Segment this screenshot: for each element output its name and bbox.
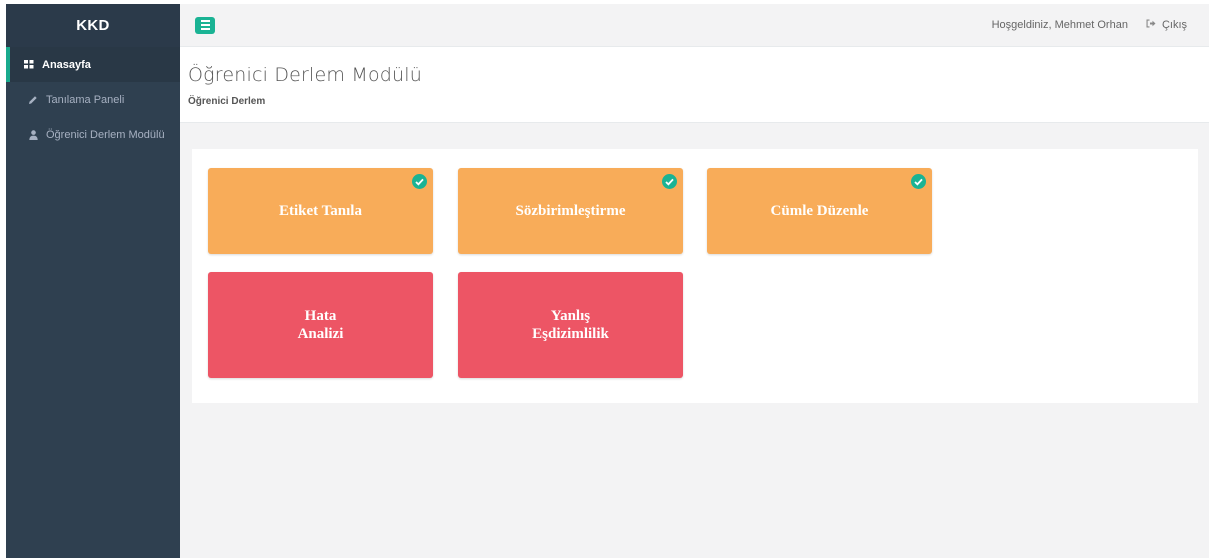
module-panel: Etiket Tanıla Sözbirimleştirme Cümle Düz…	[192, 149, 1198, 403]
logout-label: Çıkış	[1161, 19, 1187, 31]
page-title: Öğrenici Derlem Modülü	[188, 64, 423, 86]
sidebar-item-label: Tanılama Paneli	[46, 93, 125, 106]
card-label: Yanlış Eşdizimlilik	[532, 307, 609, 343]
card-label-line2: Eşdizimlilik	[532, 326, 609, 342]
card-label: Cümle Düzenle	[770, 203, 869, 219]
card-label: Etiket Tanıla	[279, 203, 362, 219]
breadcrumb[interactable]: Öğrenici Derlem	[188, 96, 1209, 107]
main-area: Hoşgeldiniz, Mehmet Orhan Çıkış Öğrenici…	[180, 4, 1209, 558]
page-heading: Öğrenici Derlem Modülü Öğrenici Derlem	[180, 47, 1209, 123]
card-label-line2: Analizi	[297, 326, 344, 342]
check-circle-icon	[662, 174, 677, 189]
card-label-line1: Yanlış	[550, 308, 591, 324]
card-label: Sözbirimleştirme	[515, 203, 626, 219]
sidebar-item-label: Anasayfa	[42, 58, 91, 71]
pencil-icon	[26, 94, 40, 106]
card-etiket-tanila[interactable]: Etiket Tanıla	[208, 168, 433, 254]
sign-out-icon	[1146, 19, 1156, 31]
grid-icon	[22, 59, 36, 71]
card-sozbirimlestirme[interactable]: Sözbirimleştirme	[458, 168, 683, 254]
topbar-right: Hoşgeldiniz, Mehmet Orhan Çıkış	[992, 19, 1187, 31]
app-root: KKD Anasayfa Tanılama Paneli Öğrenici De…	[6, 4, 1209, 558]
sidebar-item-ogrenici-derlem[interactable]: Öğrenici Derlem Modülü	[6, 117, 180, 152]
hamburger-icon	[200, 20, 210, 22]
card-cumle-duzenle[interactable]: Cümle Düzenle	[707, 168, 932, 254]
sidebar-item-label: Öğrenici Derlem Modülü	[46, 128, 165, 141]
sidebar: KKD Anasayfa Tanılama Paneli Öğrenici De…	[6, 4, 180, 558]
card-yanlis-esdizimlilik[interactable]: Yanlış Eşdizimlilik	[458, 272, 683, 378]
hamburger-icon-bar	[200, 24, 210, 26]
logout-link[interactable]: Çıkış	[1146, 19, 1187, 31]
card-label: Hata Analizi	[298, 307, 344, 343]
check-circle-icon	[911, 174, 926, 189]
topbar: Hoşgeldiniz, Mehmet Orhan Çıkış	[180, 4, 1209, 47]
welcome-text: Hoşgeldiniz, Mehmet Orhan	[991, 19, 1128, 31]
hamburger-menu-button[interactable]	[195, 16, 215, 34]
sidebar-item-tanilama-paneli[interactable]: Tanılama Paneli	[6, 82, 180, 117]
hamburger-icon-bar	[200, 28, 210, 30]
card-label-line1: Hata	[304, 308, 337, 324]
user-icon	[26, 129, 40, 141]
sidebar-brand[interactable]: KKD	[6, 4, 180, 47]
card-hata-analizi[interactable]: Hata Analizi	[208, 272, 433, 378]
check-circle-icon	[412, 174, 427, 189]
sidebar-item-anasayfa[interactable]: Anasayfa	[6, 47, 180, 82]
